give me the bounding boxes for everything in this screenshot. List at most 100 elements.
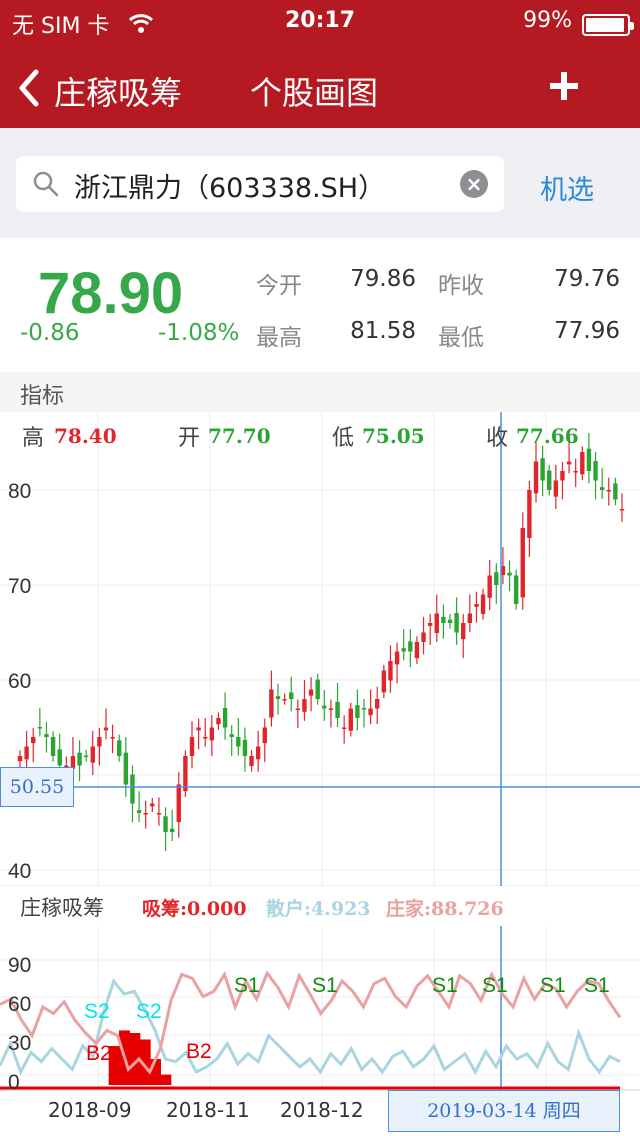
candle-body xyxy=(136,810,142,813)
candle-body xyxy=(44,734,49,737)
candle-body xyxy=(540,458,545,481)
crosshair-date-label: 2019-03-14 周四 xyxy=(388,1090,620,1132)
candle-body xyxy=(613,483,618,500)
candle-body xyxy=(308,689,314,696)
candle-body xyxy=(242,739,248,756)
ohlc-low-label: 低 xyxy=(332,426,355,451)
candle-body xyxy=(83,755,89,758)
candle-body xyxy=(434,613,439,633)
candle-body xyxy=(408,641,413,652)
candle-body xyxy=(249,756,254,766)
y-tick-label: 60 xyxy=(8,670,31,693)
candle-body xyxy=(599,487,605,490)
y-tick-label: 60 xyxy=(8,993,31,1016)
absorb-bar xyxy=(150,1059,161,1085)
candle-body xyxy=(394,651,400,665)
candle-body xyxy=(24,746,29,760)
candle-body xyxy=(547,470,552,490)
y-tick-label: 30 xyxy=(8,1032,31,1055)
ohlc-open-value: 77.70 xyxy=(208,424,271,448)
dealer-value: 庄家:88.726 xyxy=(386,898,504,920)
candle-body xyxy=(97,737,102,747)
y-tick-label: 90 xyxy=(8,954,31,977)
candle-body xyxy=(341,727,347,729)
candle-body xyxy=(375,699,380,709)
signal-label: S2 xyxy=(136,1000,162,1023)
candle-body xyxy=(163,816,168,832)
candle-body xyxy=(467,613,473,623)
candle-body xyxy=(169,828,175,832)
candle-body xyxy=(143,813,148,815)
signal-label: S1 xyxy=(482,974,508,997)
candle-body xyxy=(335,701,340,718)
candle-body xyxy=(189,737,195,756)
candle-body xyxy=(513,575,519,604)
candle-body xyxy=(31,737,36,744)
candle-body xyxy=(421,632,426,642)
ohlc-open-label: 开 xyxy=(178,426,201,451)
candle-body xyxy=(50,737,56,756)
ohlc-low-value: 75.05 xyxy=(362,424,425,448)
candle-body xyxy=(17,756,23,762)
ohlc-legend: 高 78.40 开 77.70 低 75.05 收 77.66 xyxy=(0,420,640,460)
candle-body xyxy=(123,752,129,785)
candle-body xyxy=(322,705,327,709)
candle-body xyxy=(507,572,512,576)
candle-body xyxy=(566,461,572,465)
signal-label: S1 xyxy=(584,974,610,997)
candle-body xyxy=(560,471,565,481)
candle-body xyxy=(222,708,228,728)
candle-body xyxy=(355,705,360,718)
candle-body xyxy=(441,616,446,623)
candle-body xyxy=(348,708,353,731)
candle-body xyxy=(229,734,234,737)
candle-body xyxy=(209,727,215,741)
signal-label: S1 xyxy=(234,974,260,997)
price-chart[interactable]: 80 70 60 40 90 60 30 0 B2 S2 S2 B2 S1 S1 S1 S1 S1 S1 xyxy=(0,0,640,1136)
candle-body xyxy=(606,490,611,492)
ohlc-close-label: 收 xyxy=(486,426,509,451)
candle-body xyxy=(77,752,82,766)
candle-body xyxy=(480,594,486,614)
candle-body xyxy=(117,740,122,756)
candle-body xyxy=(275,696,281,699)
candle-body xyxy=(315,679,320,699)
candle-body xyxy=(130,774,135,804)
indicator-header: 庄稼吸筹 吸筹:0.000 散户:4.923 庄家:88.726 xyxy=(0,886,640,926)
candle-body xyxy=(573,471,578,473)
candle-body xyxy=(302,699,307,712)
absorb-bar xyxy=(160,1074,172,1085)
candle-body xyxy=(619,509,625,511)
candle-body xyxy=(494,572,499,585)
candle-body xyxy=(401,648,406,652)
retail-value: 散户:4.923 xyxy=(266,898,371,920)
candle-body xyxy=(282,699,287,701)
signal-label: S2 xyxy=(84,1000,110,1023)
candle-body xyxy=(487,575,492,598)
candle-body xyxy=(474,604,479,607)
candle-body xyxy=(289,692,294,699)
candle-body xyxy=(269,689,274,718)
candle-body xyxy=(447,619,453,623)
candle-body xyxy=(203,737,208,739)
candle-body xyxy=(414,642,420,659)
candle-body xyxy=(533,461,539,494)
candle-body xyxy=(381,670,387,693)
candle-body xyxy=(37,727,43,729)
candle-body xyxy=(328,708,334,710)
candle-body xyxy=(183,756,188,792)
x-tick-label: 2018-11 xyxy=(166,1098,250,1122)
x-tick-label: 2018-09 xyxy=(48,1098,132,1122)
candle-body xyxy=(295,708,301,710)
crosshair-price-label: 50.55 xyxy=(0,767,74,807)
candle-body xyxy=(262,727,267,744)
candle-body xyxy=(368,708,373,716)
absorb-value: 吸筹:0.000 xyxy=(142,898,247,920)
signal-label: B2 xyxy=(186,1040,212,1063)
indicator-name: 庄稼吸筹 xyxy=(20,896,104,920)
candle-body xyxy=(388,661,393,681)
candle-body xyxy=(57,749,62,766)
x-tick-label: 2018-12 xyxy=(280,1098,364,1122)
signal-label: S1 xyxy=(432,974,458,997)
candle-body xyxy=(361,708,367,710)
